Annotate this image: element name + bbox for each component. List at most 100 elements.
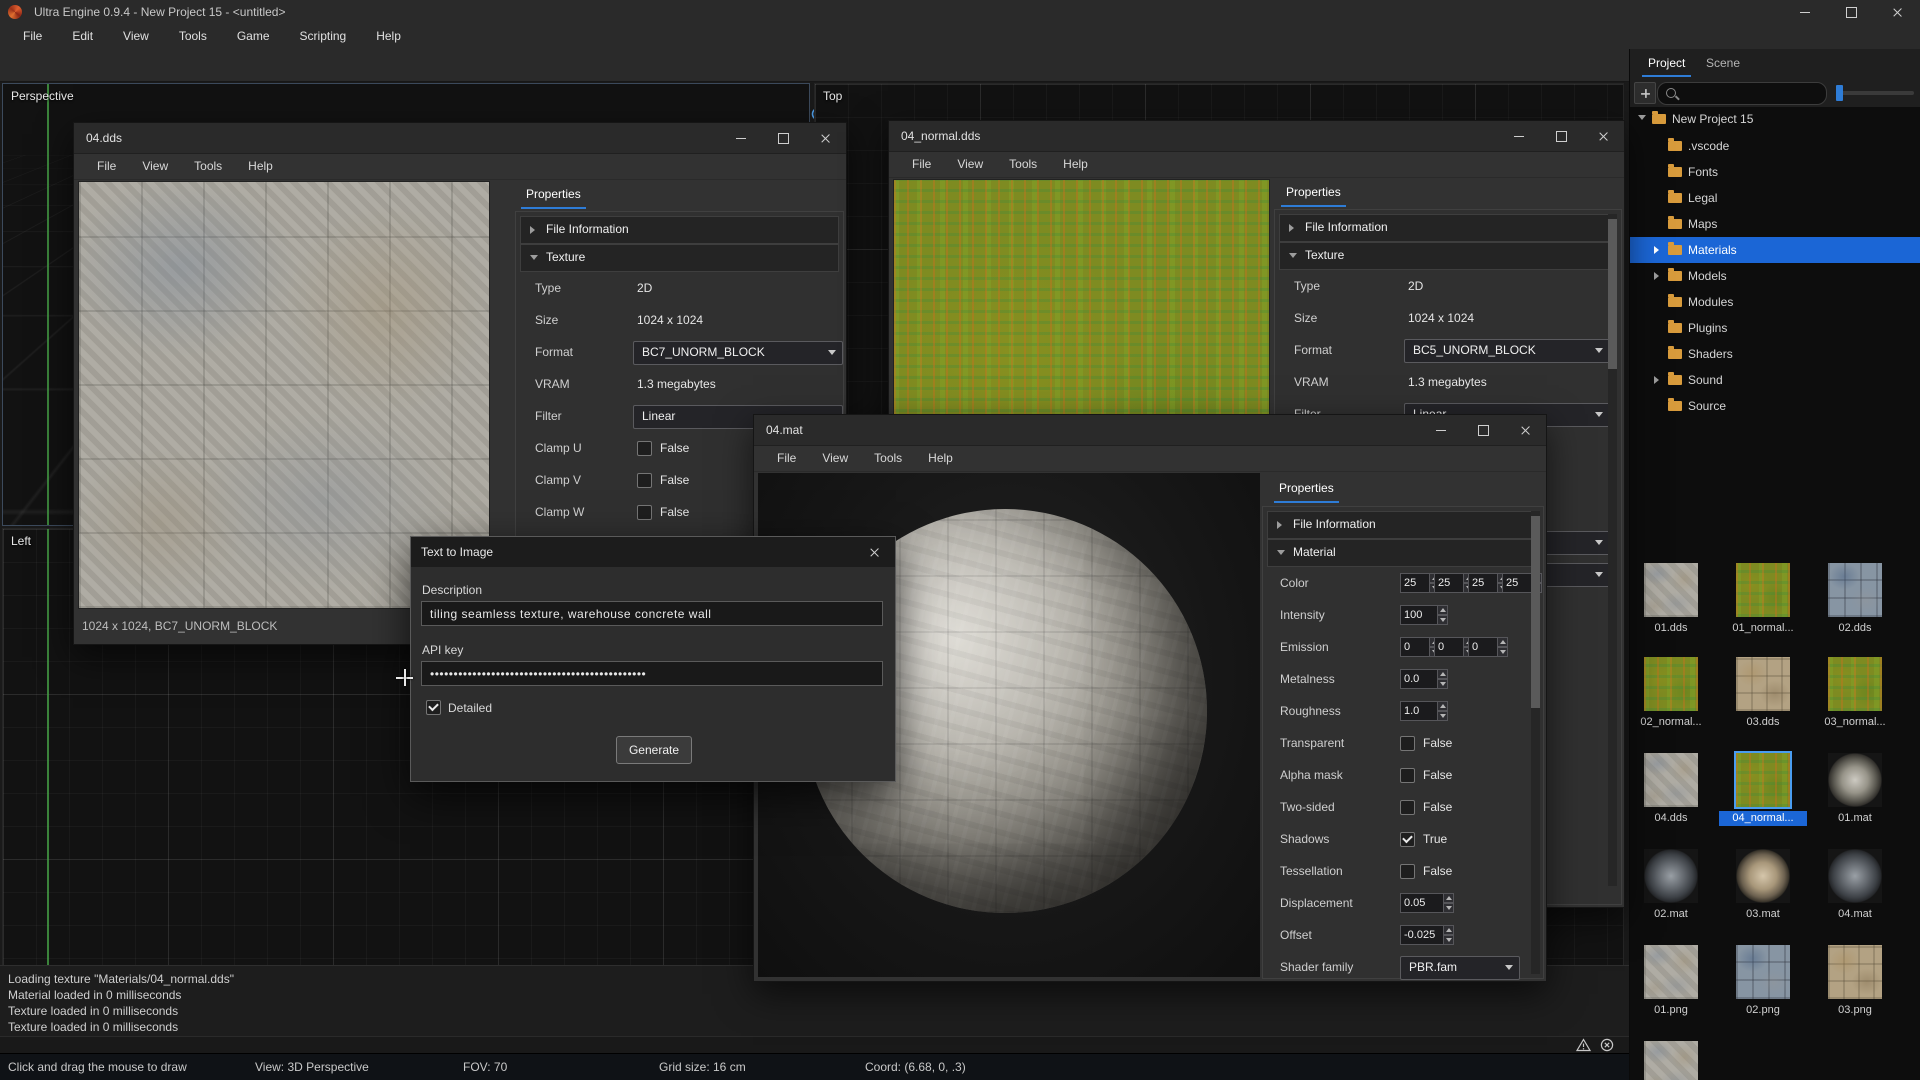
menu-tools[interactable]: Tools <box>181 153 235 179</box>
tab-properties[interactable]: Properties <box>521 185 586 209</box>
detailed-checkbox[interactable] <box>426 700 441 715</box>
thumbnail-size-slider[interactable] <box>1836 91 1914 95</box>
menu-view[interactable]: View <box>129 153 181 179</box>
api-key-input[interactable] <box>421 661 883 686</box>
spin-down-icon[interactable] <box>1437 711 1448 721</box>
maximize-button[interactable] <box>1828 0 1874 24</box>
section-file-information[interactable]: File Information <box>1279 214 1617 242</box>
tree-item-shaders[interactable]: Shaders <box>1630 341 1920 367</box>
format-select[interactable]: BC7_UNORM_BLOCK <box>633 341 843 365</box>
thumbnail-02-normal[interactable] <box>1644 657 1698 711</box>
menu-help[interactable]: Help <box>235 153 286 179</box>
spin-up-icon[interactable] <box>1497 637 1508 647</box>
intensity-spinner[interactable]: 100 <box>1400 605 1448 625</box>
thumbnail-04-normal-selected[interactable] <box>1736 753 1790 807</box>
scrollbar[interactable] <box>1531 511 1540 974</box>
close-button[interactable] <box>1874 0 1920 24</box>
tab-scene[interactable]: Scene <box>1700 53 1746 75</box>
thumbnail-01-png[interactable] <box>1644 945 1698 999</box>
chevron-right-icon[interactable] <box>1654 272 1659 280</box>
section-texture[interactable]: Texture <box>1279 242 1617 270</box>
close-button[interactable] <box>804 123 846 153</box>
thumbnail-01-normal[interactable] <box>1736 563 1790 617</box>
tessellation-checkbox[interactable] <box>1400 864 1415 879</box>
thumbnail-01-mat[interactable] <box>1828 753 1882 807</box>
shader-family-select[interactable]: PBR.fam <box>1400 956 1520 980</box>
tab-properties[interactable]: Properties <box>1281 183 1346 207</box>
transparent-checkbox[interactable] <box>1400 736 1415 751</box>
menu-file[interactable]: File <box>8 24 57 49</box>
window-titlebar[interactable]: 04.mat <box>754 415 1546 446</box>
tab-properties[interactable]: Properties <box>1274 479 1339 503</box>
spin-down-icon[interactable] <box>1443 935 1454 945</box>
chevron-down-icon[interactable] <box>1638 115 1646 120</box>
maximize-button[interactable] <box>1462 415 1504 445</box>
chevron-right-icon[interactable] <box>1654 246 1659 254</box>
menu-file[interactable]: File <box>899 151 944 177</box>
menu-help[interactable]: Help <box>361 24 416 49</box>
close-button[interactable] <box>1582 121 1624 151</box>
menu-help[interactable]: Help <box>1050 151 1101 177</box>
tree-item-legal[interactable]: Legal <box>1630 185 1920 211</box>
spin-up-icon[interactable] <box>1437 605 1448 615</box>
clamp-w-checkbox[interactable] <box>637 505 652 520</box>
section-file-information[interactable]: File Information <box>520 216 839 244</box>
maximize-button[interactable] <box>762 123 804 153</box>
scrollbar[interactable] <box>1608 214 1617 886</box>
spin-down-icon[interactable] <box>1437 615 1448 625</box>
menu-tools[interactable]: Tools <box>861 445 915 471</box>
displacement-spinner[interactable]: 0.05 <box>1400 893 1454 913</box>
offset-spinner[interactable]: -0.025 <box>1400 925 1454 945</box>
menu-view[interactable]: View <box>944 151 996 177</box>
tree-item-vscode[interactable]: .vscode <box>1630 133 1920 159</box>
thumbnail-partial[interactable] <box>1644 1041 1698 1080</box>
clamp-v-checkbox[interactable] <box>637 473 652 488</box>
menu-view[interactable]: View <box>108 24 164 49</box>
menu-scripting[interactable]: Scripting <box>285 24 362 49</box>
menu-game[interactable]: Game <box>222 24 285 49</box>
menu-tools[interactable]: Tools <box>164 24 222 49</box>
tree-item-modules[interactable]: Modules <box>1630 289 1920 315</box>
alpha-mask-checkbox[interactable] <box>1400 768 1415 783</box>
section-material[interactable]: Material <box>1267 539 1539 567</box>
thumbnail-02-dds[interactable] <box>1828 563 1882 617</box>
emission-b-spinner[interactable]: 0 <box>1468 637 1508 657</box>
menu-file[interactable]: File <box>84 153 129 179</box>
slider-thumb[interactable] <box>1836 85 1843 101</box>
app-titlebar[interactable]: Ultra Engine 0.9.4 - New Project 15 - <u… <box>0 0 1920 25</box>
thumbnail-02-mat[interactable] <box>1644 849 1698 903</box>
thumbnail-02-png[interactable] <box>1736 945 1790 999</box>
maximize-button[interactable] <box>1540 121 1582 151</box>
tab-project[interactable]: Project <box>1642 53 1691 77</box>
tree-item-source[interactable]: Source <box>1630 393 1920 419</box>
spin-up-icon[interactable] <box>1437 669 1448 679</box>
minimize-button[interactable] <box>1498 121 1540 151</box>
close-button[interactable] <box>853 537 895 567</box>
tree-item-sound[interactable]: Sound <box>1630 367 1920 393</box>
two-sided-checkbox[interactable] <box>1400 800 1415 815</box>
menu-edit[interactable]: Edit <box>57 24 108 49</box>
tree-root[interactable]: New Project 15 <box>1630 106 1920 132</box>
thumbnail-01-dds[interactable] <box>1644 563 1698 617</box>
menu-tools[interactable]: Tools <box>996 151 1050 177</box>
add-asset-button[interactable] <box>1634 82 1656 104</box>
description-input[interactable] <box>421 601 883 626</box>
spin-up-icon[interactable] <box>1443 925 1454 935</box>
shadows-checkbox[interactable] <box>1400 832 1415 847</box>
search-input[interactable] <box>1657 82 1827 105</box>
minimize-button[interactable] <box>1782 0 1828 24</box>
menu-view[interactable]: View <box>809 445 861 471</box>
window-titlebar[interactable]: 04_normal.dds <box>889 121 1624 152</box>
roughness-spinner[interactable]: 1.0 <box>1400 701 1448 721</box>
spin-down-icon[interactable] <box>1497 647 1508 657</box>
section-file-information[interactable]: File Information <box>1267 511 1539 539</box>
spin-up-icon[interactable] <box>1437 701 1448 711</box>
tree-item-models[interactable]: Models <box>1630 263 1920 289</box>
tree-item-fonts[interactable]: Fonts <box>1630 159 1920 185</box>
tree-item-maps[interactable]: Maps <box>1630 211 1920 237</box>
dialog-titlebar[interactable]: Text to Image <box>411 537 895 567</box>
thumbnail-03-png[interactable] <box>1828 945 1882 999</box>
generate-button[interactable]: Generate <box>616 736 692 764</box>
thumbnail-04-dds[interactable] <box>1644 753 1698 807</box>
menu-file[interactable]: File <box>764 445 809 471</box>
